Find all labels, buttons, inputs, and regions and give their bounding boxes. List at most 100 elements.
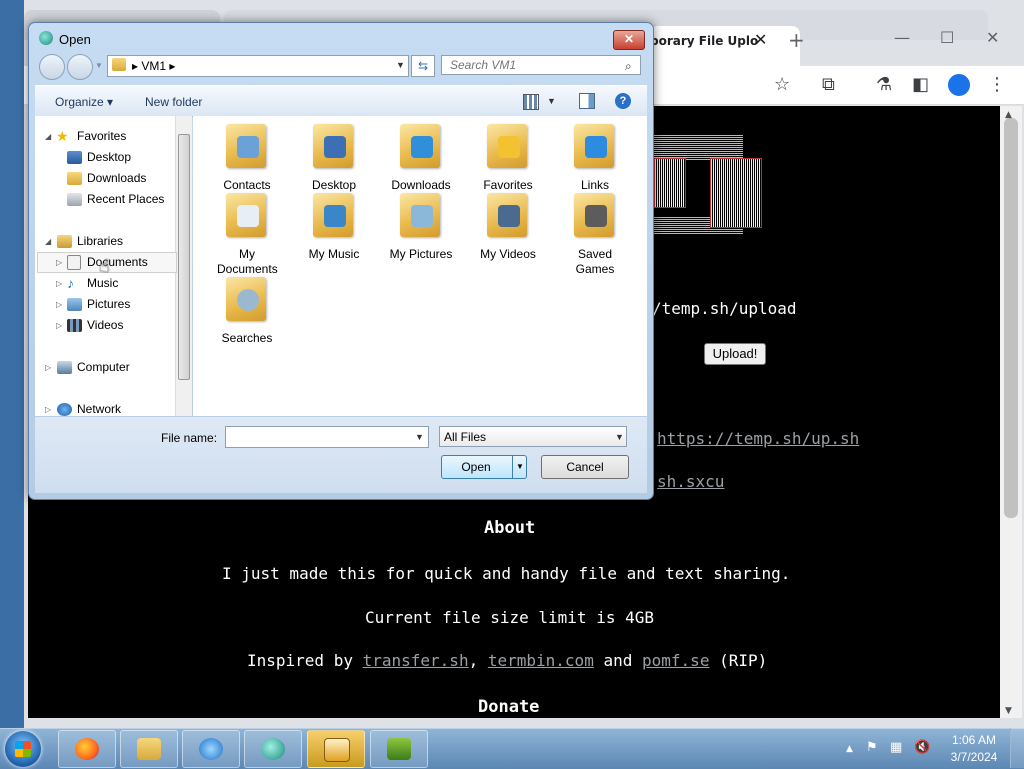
file-type-select[interactable]: All Files: [439, 426, 627, 447]
view-options-dropdown-icon[interactable]: ▼: [547, 96, 556, 106]
nav-desktop[interactable]: Desktop: [87, 150, 131, 164]
search-icon[interactable]: ⌕: [625, 59, 632, 74]
music-note-icon: ♪: [67, 275, 74, 291]
folder-icon: [112, 58, 126, 71]
folder-label: Contacts: [223, 178, 271, 192]
expand-documents-icon[interactable]: ▷: [56, 258, 62, 267]
open-button[interactable]: Open ▼: [441, 455, 527, 479]
clock-time[interactable]: 1:06 AM: [950, 733, 998, 747]
new-folder-button[interactable]: New folder: [145, 95, 202, 109]
termbin-link[interactable]: termbin.com: [488, 651, 594, 670]
taskbar-media-player[interactable]: [307, 730, 365, 768]
collapse-favorites-icon[interactable]: ◢: [45, 132, 51, 141]
collapse-libraries-icon[interactable]: ◢: [45, 237, 51, 246]
dialog-close-button[interactable]: ✕: [613, 30, 645, 50]
scroll-up-arrow-icon[interactable]: ▲: [1005, 110, 1012, 120]
address-breadcrumb[interactable]: ▸ VM1 ▸: [132, 59, 175, 73]
nav-favorites[interactable]: Favorites: [77, 129, 126, 143]
nav-pictures[interactable]: Pictures: [87, 297, 130, 311]
pictures-badge-icon: [411, 205, 433, 227]
taskbar-firefox[interactable]: [58, 730, 116, 768]
file-name-input[interactable]: [225, 426, 429, 448]
logo-letter-s: [654, 158, 686, 208]
profile-avatar[interactable]: [948, 74, 970, 96]
and-text: and: [603, 651, 633, 670]
file-list: Contacts Desktop Downloads Favorites Lin…: [193, 116, 647, 416]
nav-documents[interactable]: Documents: [87, 255, 148, 269]
network-tray-icon[interactable]: ▦: [890, 740, 902, 755]
file-type-dropdown-icon[interactable]: ▼: [615, 432, 624, 442]
show-hidden-icons-icon[interactable]: ▲: [846, 744, 853, 754]
file-name-dropdown-icon[interactable]: ▼: [415, 432, 424, 442]
documents-icon: [67, 255, 81, 270]
nav-music[interactable]: Music: [87, 276, 118, 290]
preview-pane-icon[interactable]: [579, 93, 595, 109]
desktop-icon: [67, 151, 82, 164]
pomf-link[interactable]: pomf.se: [642, 651, 709, 670]
labs-flask-icon[interactable]: ⚗: [876, 74, 892, 95]
taskbar-checklist-app[interactable]: [370, 730, 428, 768]
links-badge-icon: [585, 136, 607, 158]
dialog-app-icon: [39, 31, 53, 45]
libraries-icon: [57, 235, 72, 248]
expand-music-icon[interactable]: ▷: [56, 279, 62, 288]
address-dropdown-icon[interactable]: ▼: [396, 60, 405, 70]
bookmark-star-icon[interactable]: ☆: [774, 74, 790, 95]
maximize-button[interactable]: ☐: [940, 28, 954, 47]
transfer-sh-link[interactable]: transfer.sh: [363, 651, 469, 670]
expand-videos-icon[interactable]: ▷: [56, 321, 62, 330]
action-center-flag-icon[interactable]: ⚑: [866, 740, 878, 755]
help-icon[interactable]: ?: [615, 93, 631, 109]
nav-network[interactable]: Network: [77, 402, 121, 416]
active-tab[interactable]: porary File Uplo: [650, 26, 800, 66]
forward-button[interactable]: [67, 54, 93, 80]
extensions-icon[interactable]: ⧉: [822, 74, 835, 95]
file-name-label: File name:: [161, 431, 218, 445]
expand-network-icon[interactable]: ▷: [45, 405, 51, 414]
open-button-label: Open: [461, 460, 491, 474]
music-badge-icon: [324, 205, 346, 227]
about-text: I just made this for quick and handy fil…: [222, 564, 791, 583]
new-tab-button[interactable]: +: [788, 28, 805, 52]
nav-downloads[interactable]: Downloads: [87, 171, 146, 185]
tab-close-icon[interactable]: ✕: [754, 30, 767, 49]
taskbar-explorer[interactable]: [120, 730, 178, 768]
computer-icon: [57, 361, 72, 374]
nav-computer[interactable]: Computer: [77, 360, 130, 374]
file-explorer-icon: [137, 738, 161, 760]
taskbar-ie[interactable]: [182, 730, 240, 768]
cancel-button[interactable]: Cancel: [541, 455, 629, 479]
navigation-scroll-thumb[interactable]: [178, 134, 190, 380]
menu-kebab-icon[interactable]: ⋮: [988, 74, 1006, 95]
nav-recent-places[interactable]: Recent Places: [87, 192, 164, 206]
open-split-dropdown-icon[interactable]: ▼: [512, 456, 527, 478]
refresh-button[interactable]: ⇆: [411, 55, 435, 77]
page-scroll-thumb[interactable]: [1004, 118, 1018, 518]
show-desktop-button[interactable]: [1010, 728, 1024, 768]
window-close-button[interactable]: ✕: [986, 28, 999, 47]
upsh-link[interactable]: https://temp.sh/up.sh: [657, 429, 859, 448]
change-view-icon[interactable]: [523, 94, 539, 110]
recent-places-icon: [67, 193, 82, 206]
nav-libraries[interactable]: Libraries: [77, 234, 123, 248]
volume-muted-icon[interactable]: 🔇: [914, 740, 930, 755]
minimize-button[interactable]: —: [894, 28, 910, 47]
nav-videos[interactable]: Videos: [87, 318, 123, 332]
expand-pictures-icon[interactable]: ▷: [56, 300, 62, 309]
taskbar-app-teal[interactable]: [244, 730, 302, 768]
sxcu-link[interactable]: sh.sxcu: [657, 472, 724, 491]
teal-app-icon: [261, 738, 285, 760]
search-input[interactable]: [441, 55, 641, 75]
clock-date[interactable]: 3/7/2024: [950, 750, 998, 764]
expand-computer-icon[interactable]: ▷: [45, 363, 51, 372]
upload-button[interactable]: Upload!: [704, 343, 766, 365]
folder-label: My Pictures: [389, 247, 453, 261]
recent-locations-chevron-icon[interactable]: ▼: [95, 61, 103, 70]
back-button[interactable]: [39, 54, 65, 80]
address-bar[interactable]: ▸ VM1 ▸ ▼: [107, 55, 409, 77]
organize-menu[interactable]: Organize ▾: [55, 95, 113, 109]
folder-label: Saved Games: [555, 247, 635, 277]
scroll-down-arrow-icon[interactable]: ▼: [1005, 706, 1012, 716]
comma-text: ,: [468, 651, 479, 670]
side-panel-icon[interactable]: ◧: [912, 74, 929, 95]
